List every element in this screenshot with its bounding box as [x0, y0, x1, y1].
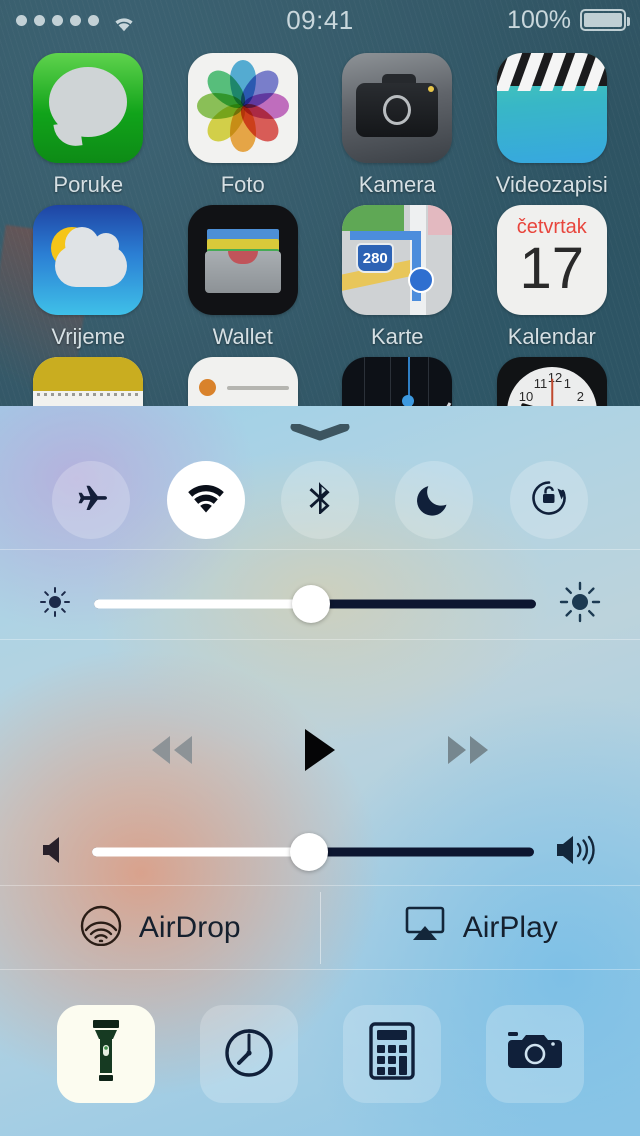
rotation-lock-toggle[interactable]: [509, 461, 588, 539]
airplane-icon: [71, 478, 111, 523]
status-bar-right: 100%: [507, 5, 630, 35]
camera-icon: [506, 1028, 564, 1079]
wifi-toggle[interactable]: [166, 461, 245, 539]
volume-fill: [92, 847, 309, 857]
app-label: Foto: [220, 172, 265, 197]
flashlight-icon: [83, 1018, 129, 1089]
app-icon-camera[interactable]: Kamera: [333, 53, 462, 198]
divider: [0, 549, 640, 550]
fast-forward-button[interactable]: [439, 728, 497, 777]
app-icon-maps[interactable]: 280 Karte: [333, 205, 462, 350]
rewind-button[interactable]: [143, 728, 201, 777]
calculator-icon: [368, 1022, 415, 1085]
divider: [0, 969, 640, 970]
videos-icon: [496, 53, 607, 163]
do-not-disturb-toggle[interactable]: [395, 461, 474, 539]
control-center-panel: AirDrop AirPlay: [0, 406, 640, 1136]
chevron-down-grabber[interactable]: [290, 422, 350, 442]
divider: [0, 639, 640, 640]
speaker-waves-icon: [556, 833, 600, 872]
messages-icon: [33, 53, 144, 163]
brightness-slider-row: [0, 566, 640, 642]
flashlight-button[interactable]: [56, 1004, 155, 1103]
bluetooth-icon: [300, 478, 340, 523]
moon-icon: [415, 479, 453, 522]
airdrop-label: AirDrop: [138, 911, 241, 944]
timer-button[interactable]: [199, 1004, 298, 1103]
airplane-mode-toggle[interactable]: [52, 461, 131, 539]
battery-percent-label: 100%: [507, 5, 571, 34]
sun-small-icon: [38, 585, 72, 624]
app-icon-weather[interactable]: Vrijeme: [24, 205, 153, 350]
calculator-button[interactable]: [342, 1004, 441, 1103]
bluetooth-toggle[interactable]: [280, 461, 359, 539]
photos-icon: [187, 53, 298, 163]
brightness-slider[interactable]: [94, 585, 536, 623]
app-label: Kamera: [358, 172, 436, 197]
media-section: [0, 644, 640, 886]
airdrop-button[interactable]: AirDrop: [0, 886, 320, 970]
airplay-label: AirPlay: [462, 911, 558, 944]
app-label: Wallet: [212, 324, 273, 349]
wallet-icon: [187, 205, 298, 315]
play-button[interactable]: [301, 726, 339, 779]
route-shield: 280: [356, 243, 395, 273]
app-icon-wallet[interactable]: Wallet: [179, 205, 308, 350]
speaker-mute-icon: [40, 833, 70, 872]
shortcut-row: [0, 971, 640, 1136]
volume-slider[interactable]: [92, 833, 534, 871]
iphone-screen: 09:41 100% Poruke Foto Kamera Videozapis…: [0, 0, 640, 1136]
sun-large-icon: [558, 580, 602, 629]
app-icon-calendar[interactable]: četvrtak 17 Kalendar: [488, 205, 617, 350]
volume-knob[interactable]: [289, 833, 328, 871]
brightness-knob[interactable]: [291, 585, 330, 623]
camera-icon: [342, 53, 453, 163]
toggle-row: [0, 454, 640, 546]
app-icon-messages[interactable]: Poruke: [24, 53, 153, 198]
brightness-fill: [94, 599, 311, 609]
wifi-icon: [184, 481, 228, 520]
battery-full-icon: [580, 9, 630, 31]
status-bar: 09:41 100%: [0, 0, 640, 40]
media-transport-controls: [0, 726, 640, 779]
app-label: Kalendar: [507, 324, 596, 349]
home-screen-app-grid: Poruke Foto Kamera Videozapisi Vrijeme W…: [0, 40, 640, 467]
timer-icon: [221, 1023, 277, 1084]
maps-icon: 280: [342, 205, 453, 315]
airplay-button[interactable]: AirPlay: [321, 886, 640, 970]
camera-button[interactable]: [485, 1004, 584, 1103]
airplay-icon: [403, 904, 447, 952]
app-label: Videozapisi: [495, 172, 608, 197]
volume-slider-row: [0, 822, 640, 882]
app-label: Karte: [370, 324, 424, 349]
app-label: Vrijeme: [51, 324, 126, 349]
app-icon-photos[interactable]: Foto: [179, 53, 308, 198]
app-icon-videos[interactable]: Videozapisi: [488, 53, 617, 198]
app-label: Poruke: [53, 172, 124, 197]
weather-icon: [33, 205, 144, 315]
share-row: AirDrop AirPlay: [0, 886, 640, 970]
airdrop-icon: [79, 902, 123, 954]
calendar-icon: četvrtak 17: [496, 205, 607, 315]
rotation-lock-icon: [528, 477, 570, 524]
calendar-day: 17: [519, 236, 584, 301]
